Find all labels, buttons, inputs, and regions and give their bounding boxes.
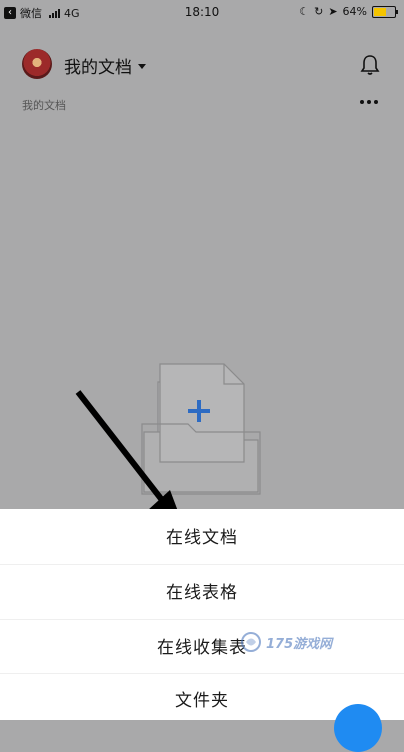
divider <box>0 619 404 620</box>
bell-icon[interactable] <box>360 54 380 76</box>
breadcrumb: 我的文档 <box>22 99 66 112</box>
plus-icon-horizontal <box>188 409 210 413</box>
battery-icon <box>372 5 398 18</box>
moon-icon: ☾ <box>299 5 310 18</box>
page-title-text: 我的文档 <box>64 58 132 78</box>
status-bar: ‹ 微信 4G 18:10 ☾ ↻ ➤ 64% <box>0 0 404 24</box>
status-right: ☾ ↻ ➤ 64% <box>299 5 398 18</box>
watermark-logo-icon <box>241 632 261 652</box>
divider <box>0 673 404 674</box>
empty-folder-illustration <box>141 363 261 495</box>
bottom-sheet: 在线文档 在线表格 在线收集表 文件夹 <box>0 509 404 720</box>
menu-item-online-doc[interactable]: 在线文档 <box>0 515 404 555</box>
header: 我的文档 <box>0 40 404 100</box>
watermark: 175游戏网 <box>240 628 360 656</box>
lock-rotation-icon: ↻ <box>314 5 324 18</box>
create-fab-button[interactable] <box>334 704 382 752</box>
battery-fill <box>374 7 387 16</box>
menu-item-online-sheet[interactable]: 在线表格 <box>0 570 404 610</box>
watermark-text: 175游戏网 <box>266 636 333 652</box>
caret-down-icon <box>138 64 146 69</box>
battery-percent: 64% <box>342 5 367 18</box>
divider <box>0 564 404 565</box>
avatar[interactable] <box>22 49 52 79</box>
location-icon: ➤ <box>328 5 338 18</box>
more-options-icon[interactable] <box>360 100 378 104</box>
page-title[interactable]: 我的文档 <box>64 53 146 78</box>
